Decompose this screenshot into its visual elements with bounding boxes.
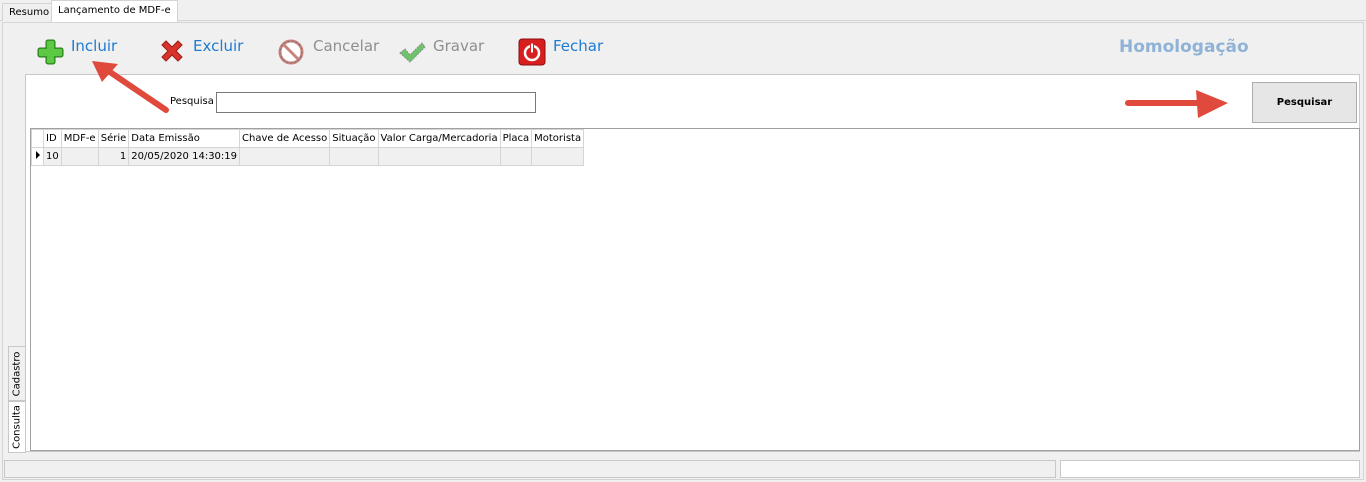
environment-label: Homologação — [1119, 37, 1249, 57]
consulta-panel: Pesquisa Pesquisar ID MDF-e Série Data E… — [25, 74, 1360, 452]
toolbar: Incluir Excluir Cancelar Gravar Fechar H… — [3, 23, 1363, 71]
search-input[interactable] — [216, 92, 536, 113]
cell-data-emissao[interactable]: 20/05/2020 14:30:19 — [128, 147, 241, 166]
row-selector-header — [31, 129, 44, 148]
excluir-button[interactable]: Excluir — [157, 37, 243, 67]
cell-placa[interactable] — [499, 147, 533, 166]
column-header-mdfe[interactable]: MDF-e — [60, 129, 99, 148]
status-panel-secondary — [1060, 460, 1360, 478]
tab-consulta-label: Consulta — [11, 405, 23, 449]
column-header-data-emissao[interactable]: Data Emissão — [128, 129, 241, 148]
delete-x-icon — [157, 37, 187, 67]
cell-serie[interactable]: 1 — [97, 147, 130, 166]
cancelar-label: Cancelar — [313, 37, 380, 55]
column-header-id[interactable]: ID — [43, 129, 62, 148]
table-row[interactable]: 10 1 20/05/2020 14:30:19 — [31, 147, 585, 166]
power-icon — [517, 37, 547, 67]
column-header-chave[interactable]: Chave de Acesso — [239, 129, 331, 148]
main-frame: Incluir Excluir Cancelar Gravar Fechar H… — [2, 22, 1364, 480]
excluir-label: Excluir — [193, 37, 244, 55]
cell-situacao[interactable] — [329, 147, 379, 166]
cancelar-button[interactable]: Cancelar — [277, 37, 379, 67]
plus-icon — [35, 37, 65, 67]
row-indicator-icon — [31, 147, 44, 166]
cell-id[interactable]: 10 — [43, 147, 62, 166]
status-bar — [2, 459, 1364, 479]
incluir-button[interactable]: Incluir — [35, 37, 117, 67]
column-header-valor[interactable]: Valor Carga/Mercadoria — [377, 129, 501, 148]
grid-header-row: ID MDF-e Série Data Emissão Chave de Ace… — [31, 129, 585, 148]
cancel-icon — [277, 37, 307, 67]
tab-cadastro-label: Cadastro — [11, 351, 23, 396]
cell-chave[interactable] — [239, 147, 331, 166]
fechar-label: Fechar — [553, 37, 604, 55]
tab-resumo[interactable]: Resumo — [2, 3, 57, 21]
gravar-button[interactable]: Gravar — [397, 37, 484, 67]
cell-motorista[interactable] — [531, 147, 585, 166]
status-panel-main — [4, 460, 1056, 478]
results-grid[interactable]: ID MDF-e Série Data Emissão Chave de Ace… — [30, 128, 1360, 451]
tab-consulta[interactable]: Consulta — [8, 401, 26, 453]
tab-lancamento-mdfe[interactable]: Lançamento de MDF-e — [51, 0, 178, 22]
pesquisar-button[interactable]: Pesquisar — [1252, 82, 1357, 123]
fechar-button[interactable]: Fechar — [517, 37, 603, 67]
checkmark-icon — [397, 37, 427, 67]
incluir-label: Incluir — [71, 37, 118, 55]
column-header-motorista[interactable]: Motorista — [531, 129, 585, 148]
document-tab-strip: Resumo Lançamento de MDF-e — [0, 0, 1366, 22]
column-header-serie[interactable]: Série — [97, 129, 130, 148]
search-label: Pesquisa — [170, 96, 214, 107]
column-header-situacao[interactable]: Situação — [329, 129, 379, 148]
cell-valor[interactable] — [377, 147, 501, 166]
tab-cadastro[interactable]: Cadastro — [8, 346, 26, 401]
column-header-placa[interactable]: Placa — [499, 129, 533, 148]
cell-mdfe[interactable] — [60, 147, 99, 166]
gravar-label: Gravar — [433, 37, 485, 55]
